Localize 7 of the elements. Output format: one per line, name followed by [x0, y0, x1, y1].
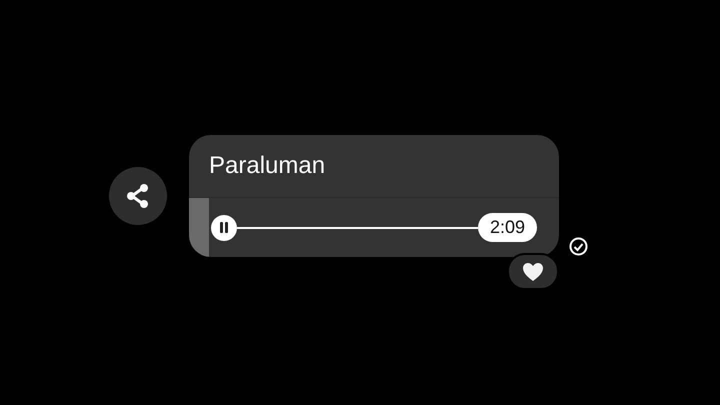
progress-marker: [189, 198, 209, 257]
song-title: Paraluman: [209, 151, 326, 181]
share-icon: [126, 183, 150, 209]
duration-label: 2:09: [478, 213, 537, 242]
pause-icon: [219, 222, 229, 233]
heart-icon: [522, 262, 544, 282]
pause-button[interactable]: [211, 214, 237, 240]
